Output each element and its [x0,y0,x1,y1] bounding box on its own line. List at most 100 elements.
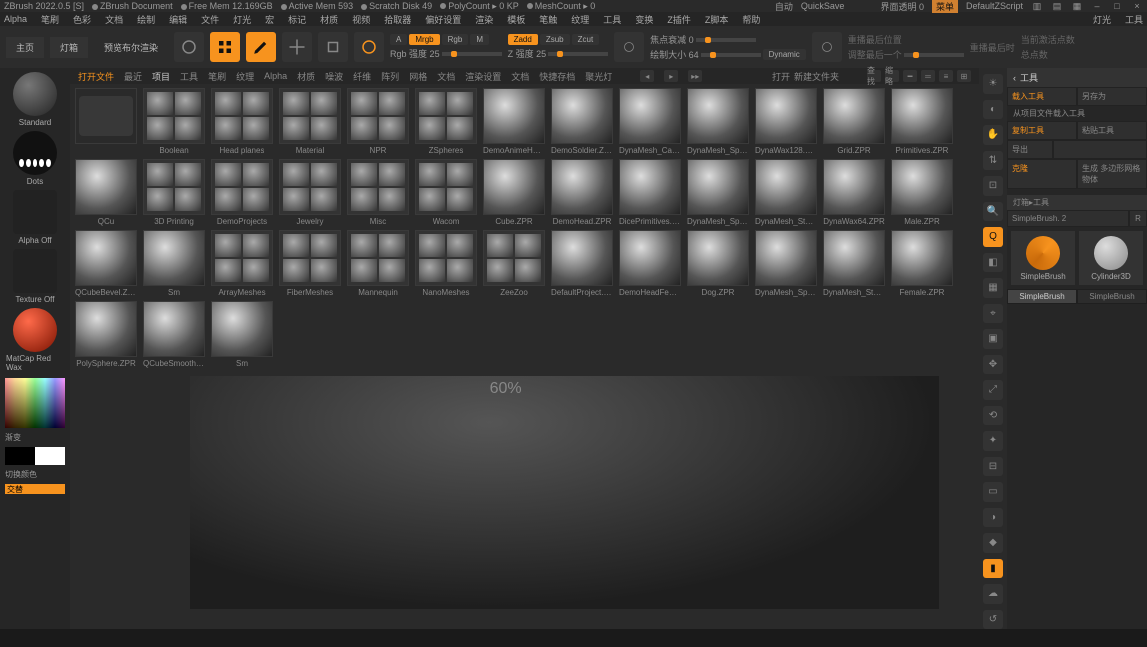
zsub-chip[interactable]: Zsub [540,34,570,45]
menu-item[interactable]: 帮助 [742,13,760,26]
lightbox-item[interactable]: FiberMeshes [278,230,342,297]
lightbox-item[interactable]: Grid.ZPR [822,88,886,155]
export-button[interactable]: 导出 [1007,140,1053,159]
focal-shift[interactable]: 焦点衰减 0 [650,33,694,46]
close-icon[interactable]: × [1131,1,1143,11]
lightbox-item[interactable]: NanoMeshes [414,230,478,297]
lightbox-item[interactable]: DemoAnimeHead [482,88,546,155]
solo-icon[interactable]: ◆ [983,533,1003,553]
ghost-icon[interactable]: ◑ [983,508,1003,528]
mrgb-chip[interactable]: Mrgb [409,34,439,45]
lightbox-item[interactable]: DynaMesh_Sphere [754,230,818,297]
menu-item[interactable]: 纹理 [571,13,589,26]
lightbox-item[interactable]: DynaWax128.ZPR [754,88,818,155]
view-grid-icon[interactable]: ⊞ [957,70,971,82]
lb-tab-fiber[interactable]: 纤维 [353,70,371,83]
lb-nav-play-icon[interactable]: ▸ [664,70,678,82]
zoom-icon[interactable]: 🔍 [983,202,1003,222]
copy-tool-button[interactable]: 复制工具 [1007,121,1077,140]
lb-tab-material[interactable]: 材质 [297,70,315,83]
floor-icon[interactable]: ▦ [983,278,1003,298]
scroll-icon[interactable]: ⇅ [983,151,1003,171]
tool-thumb-cylinder[interactable]: Cylinder3D [1079,231,1143,285]
lb-tab-tool[interactable]: 工具 [180,70,198,83]
lightbox-item[interactable]: Cube.ZPR [482,159,546,226]
lb-newfolder-button[interactable]: 新建文件夹 [794,70,839,83]
lightbox-item[interactable]: Male.ZPR [890,159,954,226]
lightbox-item[interactable]: DynaMesh_Stone [822,230,886,297]
dynamic-chip[interactable]: Dynamic [763,49,806,60]
lb-tab-render[interactable]: 渲染设置 [465,70,501,83]
tool-quick-b[interactable]: SimpleBrush [1077,289,1147,304]
menu-item[interactable]: 文件 [201,13,219,26]
tool-quick-a[interactable]: SimpleBrush [1007,289,1077,304]
lightbox-item[interactable]: DynaMesh_Sphere [686,88,750,155]
render-button[interactable]: 预览布尔渲染 [94,37,168,58]
menu-toggle-button[interactable]: 菜单 [932,0,958,13]
lb-tab-open[interactable]: 打开文件 [78,70,114,83]
menu-item[interactable]: 色彩 [73,13,91,26]
lightbox-item[interactable]: DemoSoldier.ZPR [550,88,614,155]
material-thumb[interactable] [13,308,57,352]
panel-collapse-icon[interactable]: ‹ [1013,73,1016,83]
lightbox-item[interactable]: DemoHeadFemale [618,230,682,297]
scale-cam-icon[interactable]: ⤢ [983,380,1003,400]
lb-find-button[interactable]: 查找 [867,70,881,82]
lightbox-item[interactable]: DynaWax64.ZPR [822,159,886,226]
draw-slider[interactable] [701,53,761,57]
focal-slider[interactable] [696,38,756,42]
orange-a-icon[interactable]: Q [983,227,1003,247]
lb-tab-doc2[interactable]: 文档 [511,70,529,83]
rgb-intensity-slider[interactable] [442,52,502,56]
local-icon[interactable]: ⌖ [983,304,1003,324]
actual-icon[interactable]: ⊡ [983,176,1003,196]
tool-thumb-simplebrush[interactable]: SimpleBrush [1011,231,1075,285]
menu-item[interactable]: 视频 [352,13,370,26]
lb-nav-prev-icon[interactable]: ◂ [640,70,654,82]
lb-tab-texture[interactable]: 纹理 [236,70,254,83]
color-picker[interactable] [5,378,65,428]
lb-tab-array[interactable]: 阵列 [381,70,399,83]
view-list-icon[interactable]: ≡ [939,70,953,82]
lightbox-item[interactable]: Boolean [142,88,206,155]
lightbox-item[interactable]: Wacom [414,159,478,226]
m-chip[interactable]: M [470,34,489,45]
swatch-row[interactable] [5,447,65,465]
menu-item[interactable]: 编辑 [169,13,187,26]
lightbox-item[interactable]: Sm [142,230,206,297]
edit-mode-icon[interactable] [210,32,240,62]
lb-open-button[interactable]: 打开 [772,70,790,83]
document-canvas[interactable]: 60% [190,376,939,609]
lightbox-tools-section[interactable]: 灯箱▸工具 [1007,195,1147,210]
lightbox-item[interactable]: Head planes [210,88,274,155]
menu-item[interactable]: 笔触 [539,13,557,26]
lightbox-item[interactable]: Sm [210,301,274,368]
layout-c-icon[interactable]: ▦ [1071,1,1083,12]
ui-opacity[interactable]: 界面透明 0 [880,0,924,13]
view-single-icon[interactable]: ━ [903,70,917,82]
lightbox-item[interactable]: DicePrimitives.ZPR [618,159,682,226]
menu-item[interactable]: 模板 [507,13,525,26]
frame-icon[interactable]: ▣ [983,329,1003,349]
scale-mode-icon[interactable] [318,32,348,62]
active-tool-name[interactable]: SimpleBrush. 2 [1007,210,1129,227]
lightbox-item[interactable]: DemoHead.ZPR [550,159,614,226]
lightbox-item[interactable]: Jewelry [278,159,342,226]
lightbox-item[interactable]: Primitives.ZPR [890,88,954,155]
lightbox-item[interactable]: PolySphere.ZPR [74,301,138,368]
replay-before[interactable]: 重播最后位置 [848,33,902,46]
menu-right-item[interactable]: 灯光 [1093,13,1111,26]
lightbox-button[interactable]: 灯箱 [50,37,88,58]
hand-icon[interactable]: ✋ [983,125,1003,145]
xyz-icon[interactable]: ✦ [983,431,1003,451]
z-intensity[interactable]: Z 强度 25 [508,47,547,60]
zcut-chip[interactable]: Zcut [572,34,600,45]
menu-item[interactable]: 文档 [105,13,123,26]
saveas-button[interactable]: 另存为 [1077,87,1147,106]
smooth-icon[interactable]: ◐ [983,100,1003,120]
texture-thumb[interactable] [13,249,57,293]
orange-b-icon[interactable]: ▮ [983,559,1003,579]
lb-thumb-button[interactable]: 缩略 [885,70,899,82]
lightbox-item[interactable]: Female.ZPR [890,230,954,297]
lightbox-item[interactable]: ZSpheres [414,88,478,155]
